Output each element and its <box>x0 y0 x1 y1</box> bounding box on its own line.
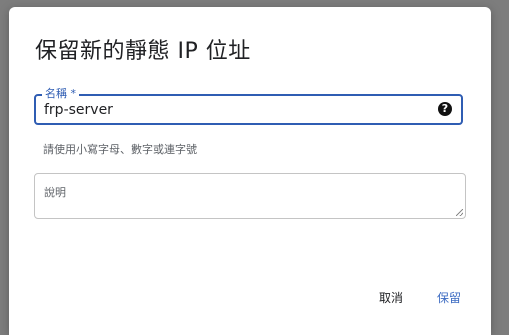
name-hint: 請使用小寫字母、數字或連字號 <box>43 143 197 156</box>
description-input[interactable] <box>35 174 465 218</box>
help-icon[interactable]: ? <box>438 102 452 116</box>
name-field-label: 名稱 * <box>42 87 79 101</box>
description-field[interactable] <box>34 173 466 219</box>
reserve-static-ip-dialog: 保留新的靜態 IP 位址 名稱 * ? 請使用小寫字母、數字或連字號 取消 保留 <box>9 7 491 335</box>
save-button[interactable]: 保留 <box>437 289 461 306</box>
dialog-title: 保留新的靜態 IP 位址 <box>35 39 251 64</box>
name-input[interactable] <box>44 101 424 119</box>
cancel-button[interactable]: 取消 <box>379 289 403 306</box>
resize-handle-icon[interactable] <box>456 209 463 216</box>
name-field[interactable]: 名稱 * ? <box>34 87 463 125</box>
